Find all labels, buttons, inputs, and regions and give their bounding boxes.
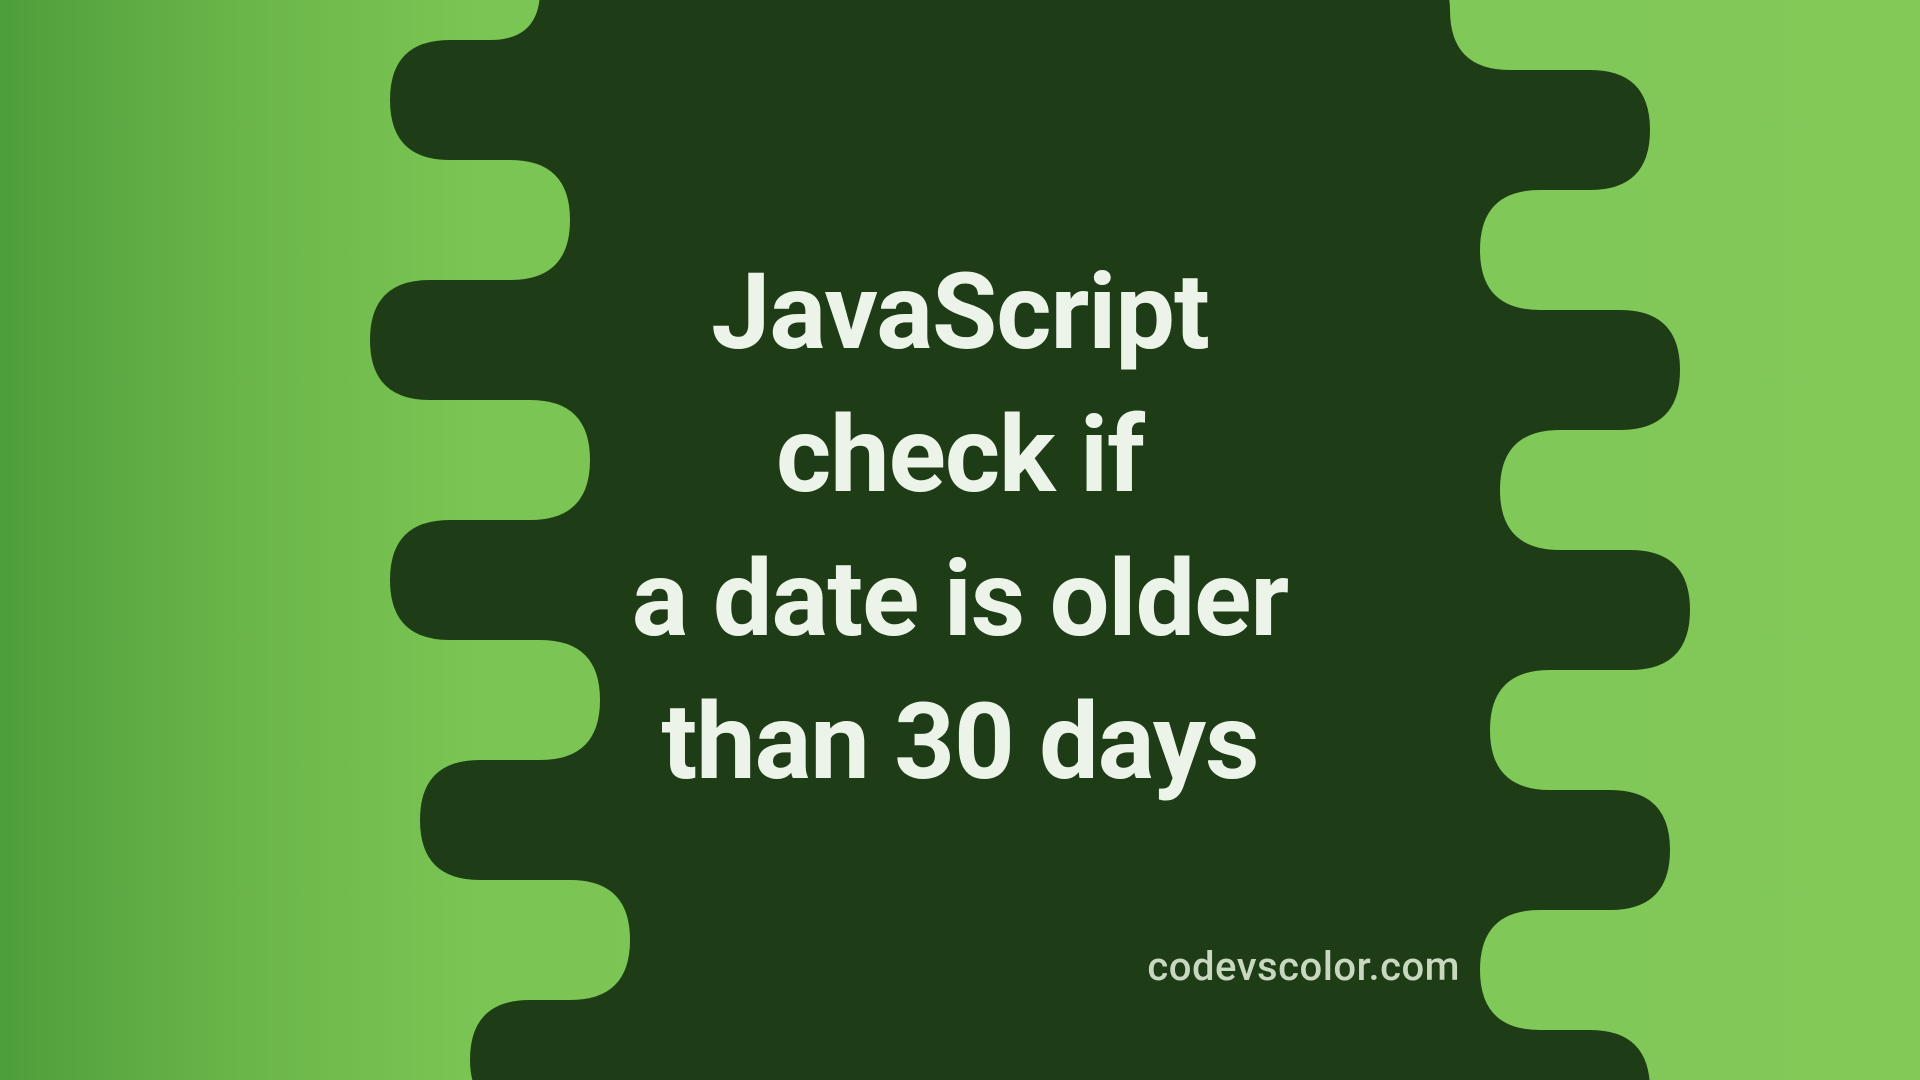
title-line-2: check if (776, 393, 1144, 517)
thumbnail-canvas: JavaScript check if a date is older than… (0, 0, 1920, 1080)
title-line-3: a date is older (632, 537, 1288, 661)
title-line-4: than 30 days (661, 680, 1258, 804)
title-line-1: JavaScript (711, 250, 1209, 374)
title-text: JavaScript check if a date is older than… (632, 241, 1288, 813)
attribution-text: codevscolor.com (1147, 943, 1460, 990)
